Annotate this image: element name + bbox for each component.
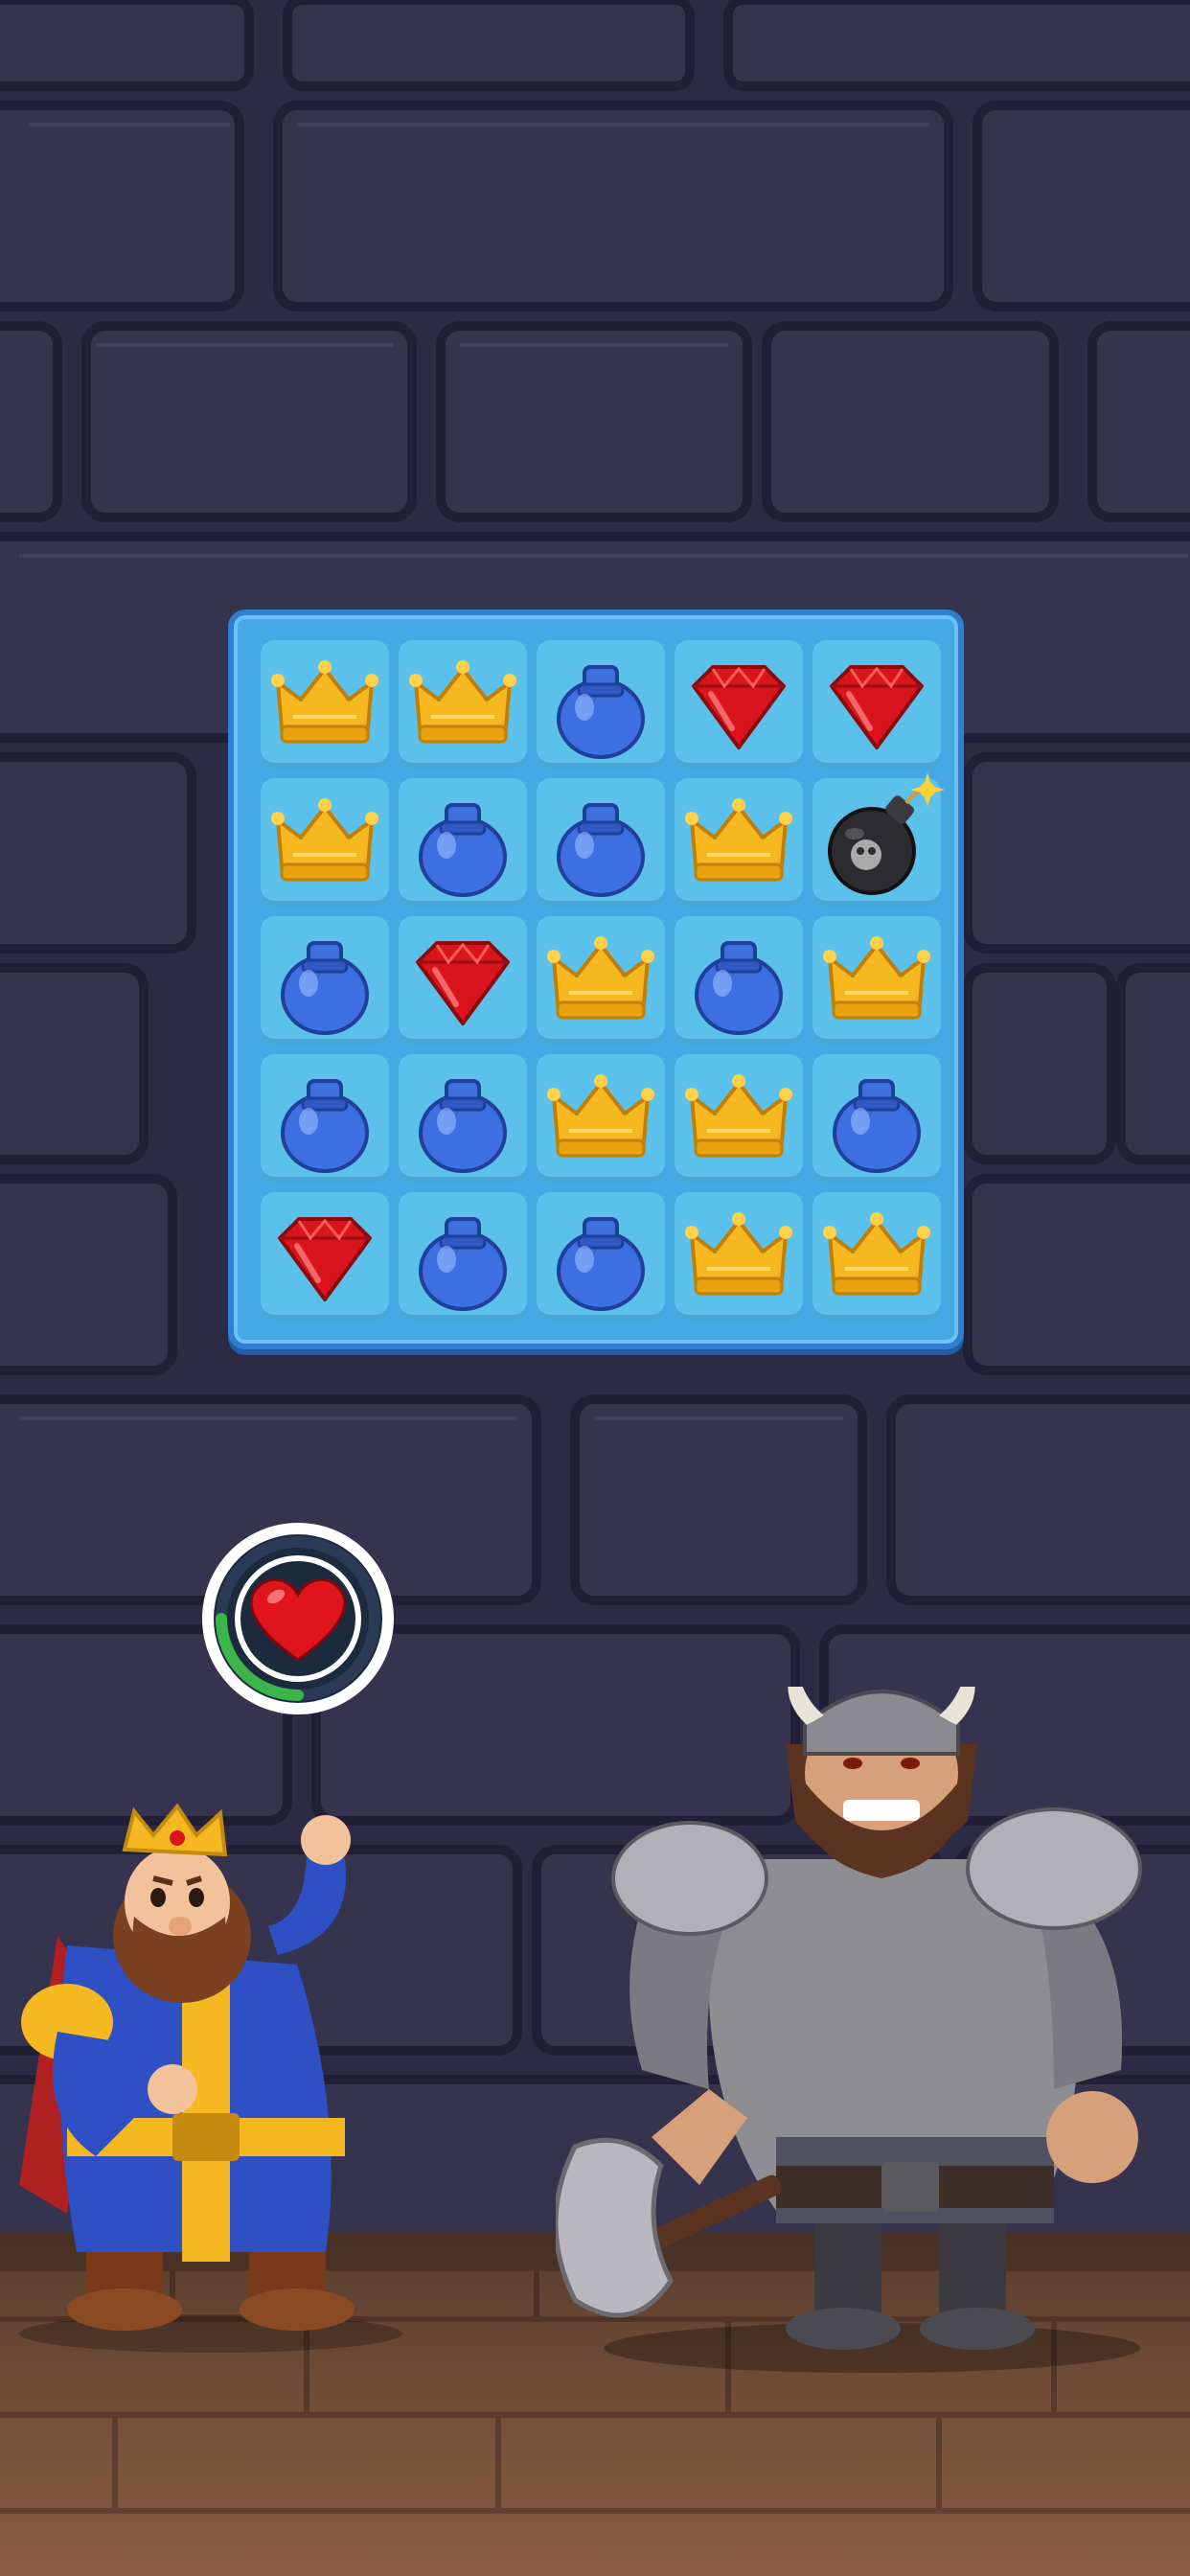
crown-icon — [271, 798, 378, 882]
board-cell-r1c5[interactable] — [812, 640, 941, 769]
board-cell-r3c3[interactable] — [537, 916, 665, 1045]
board-cell-r2c2[interactable] — [399, 778, 527, 907]
potion-icon — [419, 1079, 507, 1173]
crown-icon — [685, 1074, 792, 1158]
board-cell-r2c5[interactable] — [812, 772, 945, 907]
potion-icon — [419, 1217, 507, 1311]
board-cell-r2c1[interactable] — [261, 778, 389, 907]
match-puzzle-board — [228, 610, 964, 1349]
board-cell-r1c3[interactable] — [537, 640, 665, 769]
board-cell-r5c5[interactable] — [812, 1192, 941, 1321]
crown-icon — [271, 660, 378, 744]
board-cell-r5c2[interactable] — [399, 1192, 527, 1321]
crown-icon — [547, 1074, 654, 1158]
board-cell-r5c1[interactable] — [261, 1192, 389, 1321]
crown-icon — [547, 936, 654, 1020]
board-cell-r4c2[interactable] — [399, 1054, 527, 1183]
board-cell-r3c1[interactable] — [261, 916, 389, 1045]
crown-icon — [409, 660, 516, 744]
board-cell-r1c2[interactable] — [399, 640, 527, 769]
king-character — [19, 1803, 402, 2353]
board-cell-r4c5[interactable] — [812, 1054, 941, 1183]
board-cell-r5c3[interactable] — [537, 1192, 665, 1321]
potion-icon — [557, 665, 645, 759]
potion-icon — [419, 803, 507, 897]
potion-icon — [557, 1217, 645, 1311]
gem-icon — [692, 665, 786, 749]
board-cell-r3c5[interactable] — [812, 916, 941, 1045]
crown-icon — [685, 1212, 792, 1296]
board-cell-r1c1[interactable] — [261, 640, 389, 769]
board-cell-r4c3[interactable] — [537, 1054, 665, 1183]
crown-icon — [685, 798, 792, 882]
board-cell-r4c4[interactable] — [675, 1054, 803, 1183]
potion-icon — [557, 803, 645, 897]
bomb-icon — [828, 772, 945, 895]
board-cell-r5c4[interactable] — [675, 1192, 803, 1321]
gem-icon — [416, 941, 510, 1025]
potion-icon — [695, 941, 783, 1035]
crown-icon — [823, 1212, 930, 1296]
viking-warrior-enemy — [556, 1687, 1142, 2373]
crown-icon — [823, 936, 930, 1020]
heart-health-meter — [202, 1523, 394, 1714]
board-cell-r1c4[interactable] — [675, 640, 803, 769]
gem-icon — [278, 1217, 372, 1301]
board-cell-r3c2[interactable] — [399, 916, 527, 1045]
board-cell-r3c4[interactable] — [675, 916, 803, 1045]
potion-icon — [281, 1079, 369, 1173]
board-cell-r2c3[interactable] — [537, 778, 665, 907]
game-scene — [0, 0, 1190, 2576]
gem-icon — [830, 665, 924, 749]
board-cell-r2c4[interactable] — [675, 778, 803, 907]
board-cell-r4c1[interactable] — [261, 1054, 389, 1183]
potion-icon — [281, 941, 369, 1035]
potion-icon — [833, 1079, 921, 1173]
spark — [910, 772, 945, 807]
